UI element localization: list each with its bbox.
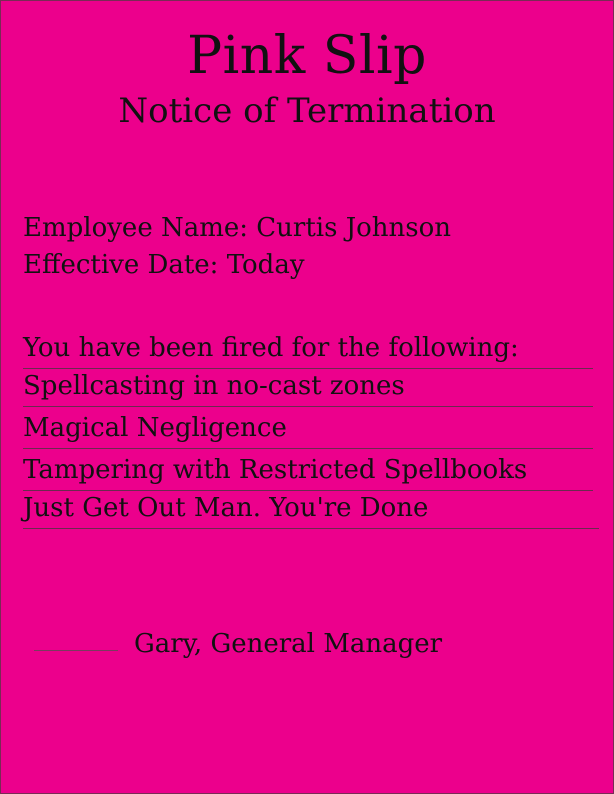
document-title: Pink Slip: [187, 26, 427, 86]
reason-item: Spellcasting in no-cast zones: [23, 369, 593, 407]
pink-slip-document: Pink Slip Notice of Termination Employee…: [0, 0, 614, 794]
reason-item: Magical Negligence: [23, 411, 593, 449]
effective-date-line: Effective Date: Today: [23, 250, 305, 280]
employee-name-line: Employee Name: Curtis Johnson: [23, 213, 452, 243]
signer-name: Gary, General Manager: [134, 629, 443, 659]
reason-item: Tampering with Restricted Spellbooks: [23, 453, 593, 491]
reason-item: Just Get Out Man. You're Done: [23, 491, 599, 529]
document-subtitle: Notice of Termination: [118, 91, 496, 131]
reasons-intro: You have been fired for the following:: [23, 331, 593, 369]
signature-line: [34, 650, 118, 651]
